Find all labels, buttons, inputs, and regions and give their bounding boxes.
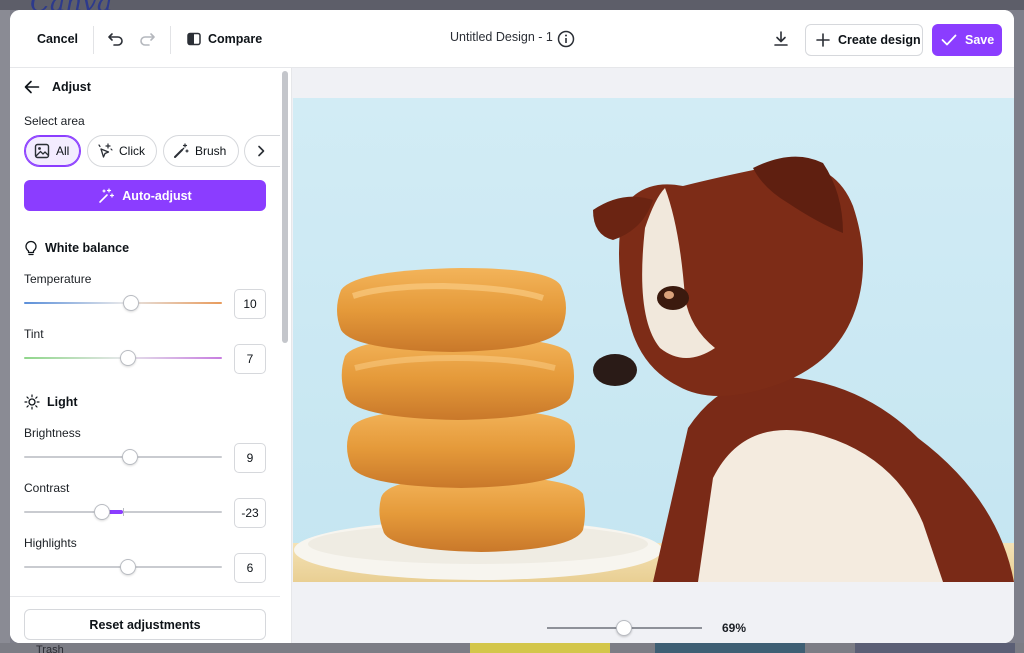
chip-label: All xyxy=(56,144,70,158)
zoom-slider-thumb[interactable] xyxy=(616,620,632,636)
tint-thumb[interactable] xyxy=(120,350,136,366)
brightness-slider[interactable] xyxy=(24,449,222,465)
back-arrow-icon[interactable] xyxy=(24,80,40,94)
light-section: Light xyxy=(24,394,78,410)
create-design-button[interactable]: Create design xyxy=(805,24,923,56)
highlights-input[interactable]: 6 xyxy=(234,553,266,583)
cancel-button[interactable]: Cancel xyxy=(37,32,78,46)
temperature-slider[interactable] xyxy=(24,295,222,311)
design-title: Untitled Design - 1 xyxy=(450,30,553,44)
sun-icon xyxy=(24,394,40,410)
contrast-input[interactable]: -23 xyxy=(234,498,266,528)
reset-footer: Reset adjustments xyxy=(10,596,280,643)
tint-input[interactable]: 7 xyxy=(234,344,266,374)
brightness-label: Brightness xyxy=(24,426,81,440)
image-icon xyxy=(34,143,50,159)
white-balance-title: White balance xyxy=(45,241,130,255)
auto-adjust-button[interactable]: Auto-adjust xyxy=(24,180,266,211)
auto-adjust-label: Auto-adjust xyxy=(122,188,192,203)
background-thumbnail xyxy=(470,643,610,653)
light-title: Light xyxy=(47,395,78,409)
panel-scrollbar-thumb[interactable] xyxy=(282,71,288,343)
reset-adjustments-button[interactable]: Reset adjustments xyxy=(24,609,266,640)
download-icon[interactable] xyxy=(769,27,793,51)
select-area-click-chip[interactable]: Click xyxy=(87,135,157,167)
contrast-slider[interactable] xyxy=(24,504,222,520)
adjust-panel: Adjust Select area All Click Brush Auto-… xyxy=(10,68,292,643)
temperature-label: Temperature xyxy=(24,272,92,286)
lightbulb-icon xyxy=(25,240,37,256)
chip-label: Click xyxy=(119,144,145,158)
select-area-all-chip[interactable]: All xyxy=(24,135,81,167)
photo-dog-and-donuts[interactable] xyxy=(293,98,1014,582)
save-button[interactable]: Save xyxy=(932,24,1002,56)
center-tick xyxy=(123,508,124,516)
highlights-thumb[interactable] xyxy=(120,559,136,575)
compare-icon[interactable] xyxy=(182,27,206,51)
adjust-header: Adjust xyxy=(24,80,91,94)
highlights-label: Highlights xyxy=(24,536,77,550)
contrast-label: Contrast xyxy=(24,481,70,495)
editor-topbar: Cancel Compare Untitled Design - 1 Creat… xyxy=(10,10,1014,68)
background-trash-label: Trash xyxy=(36,644,64,653)
create-design-label: Create design xyxy=(838,33,921,47)
editor-canvas: 69% xyxy=(292,68,1014,643)
adjust-title: Adjust xyxy=(52,80,91,94)
zoom-percentage: 69% xyxy=(722,621,747,635)
tint-label: Tint xyxy=(24,327,44,341)
divider xyxy=(170,26,171,54)
contrast-thumb[interactable] xyxy=(94,504,110,520)
background-thumbnail xyxy=(855,643,1015,653)
background-app-bar xyxy=(0,0,1024,10)
photo-editor-modal: Cancel Compare Untitled Design - 1 Creat… xyxy=(10,10,1014,643)
chip-scroll-right[interactable] xyxy=(244,135,280,167)
info-icon[interactable] xyxy=(554,27,578,51)
background-sidebar xyxy=(0,10,10,653)
temperature-input[interactable]: 10 xyxy=(234,289,266,319)
sparkle-wand-icon xyxy=(99,187,115,203)
white-balance-section: White balance xyxy=(24,240,129,256)
save-label: Save xyxy=(965,33,995,47)
brightness-input[interactable]: 9 xyxy=(234,443,266,473)
select-area-brush-chip[interactable]: Brush xyxy=(163,135,239,167)
temperature-thumb[interactable] xyxy=(123,295,139,311)
magic-brush-icon xyxy=(174,143,189,158)
click-sparkle-icon xyxy=(98,143,113,158)
tint-slider[interactable] xyxy=(24,350,222,366)
compare-button[interactable]: Compare xyxy=(208,32,262,46)
brightness-thumb[interactable] xyxy=(122,449,138,465)
undo-icon[interactable] xyxy=(104,27,128,51)
chip-label: Brush xyxy=(195,144,227,158)
background-thumbnail xyxy=(655,643,805,653)
divider xyxy=(93,26,94,54)
checkmark-icon xyxy=(941,34,957,46)
redo-icon[interactable] xyxy=(135,27,159,51)
chevron-right-icon xyxy=(258,145,265,157)
highlights-slider[interactable] xyxy=(24,559,222,575)
plus-icon xyxy=(816,33,830,47)
select-area-label: Select area xyxy=(24,114,85,128)
